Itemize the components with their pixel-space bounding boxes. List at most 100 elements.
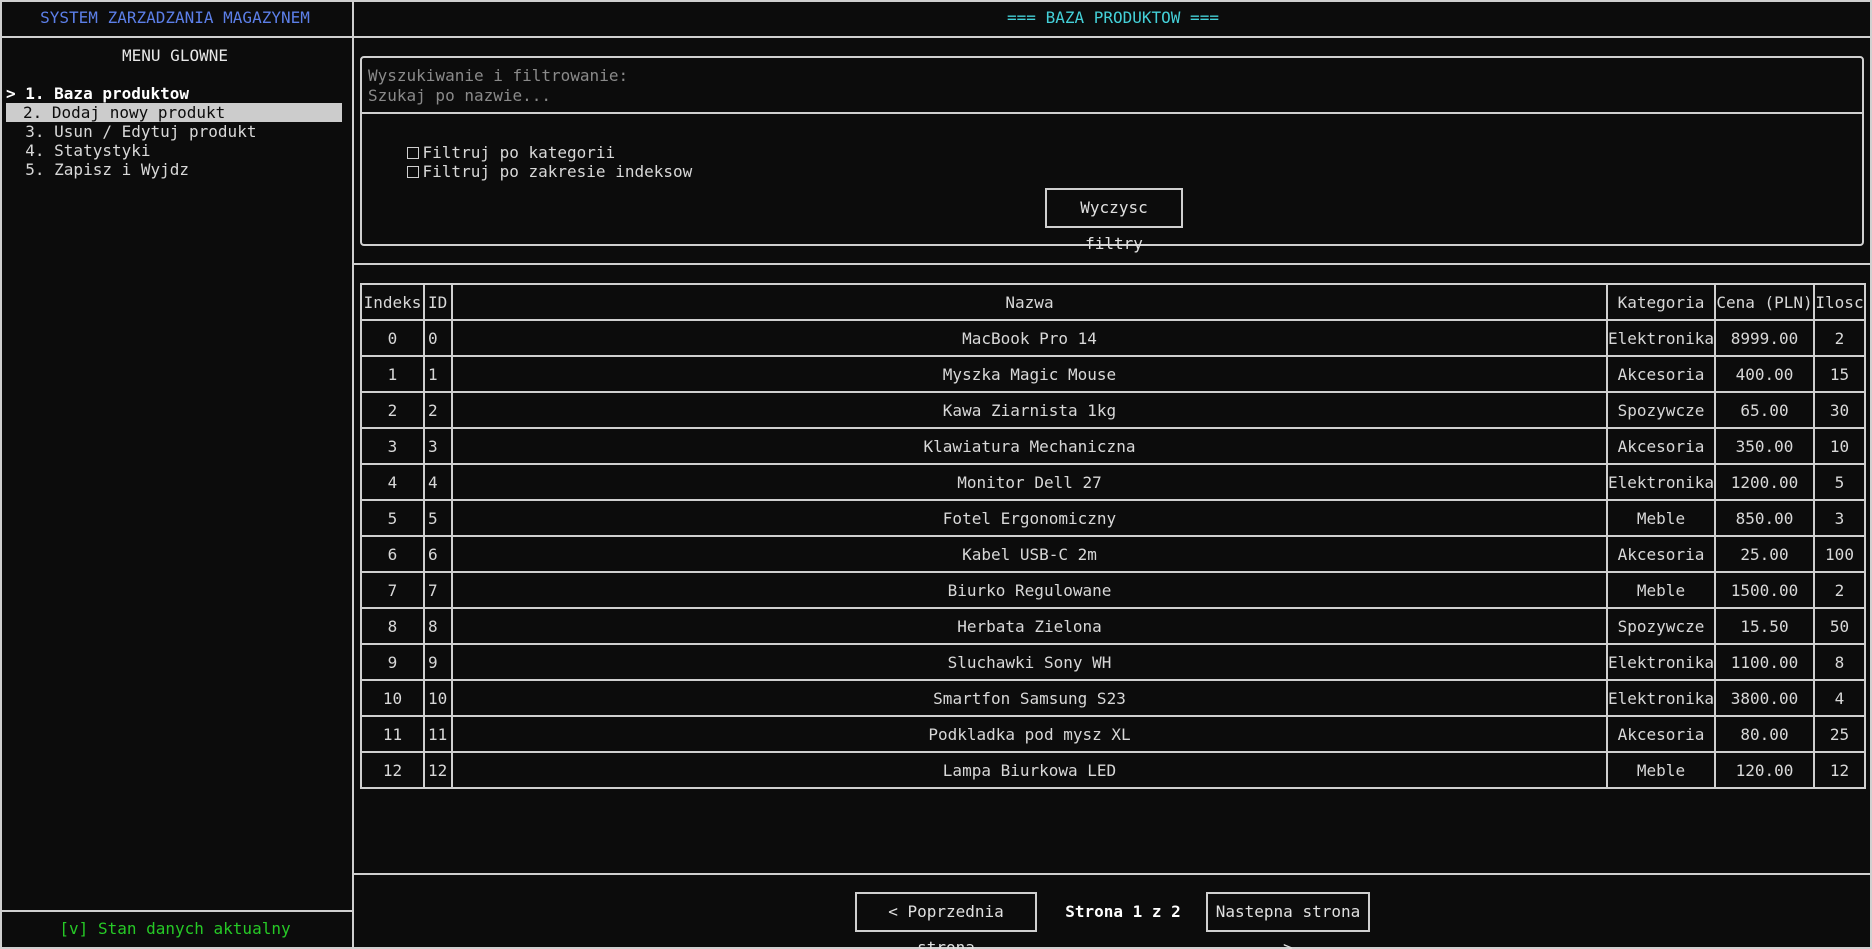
- table-row[interactable]: 9 9 Sluchawki Sony WH Elektronika 1100.00 8: [360, 643, 1866, 681]
- table-row[interactable]: 10 10 Smartfon Samsung S23 Elektronika 3800.…: [360, 679, 1866, 717]
- table-row[interactable]: 12 12 Lampa Biurkowa LED Meble 120.00 12: [360, 751, 1866, 789]
- cell-ilosc: 50: [1813, 607, 1866, 645]
- cell-indeks: 0: [360, 319, 425, 357]
- cell-cena: 15.50: [1714, 607, 1815, 645]
- cell-cena: 350.00: [1714, 427, 1815, 465]
- table-row[interactable]: 11 11 Podkladka pod mysz XL Akcesoria 80.00 2…: [360, 715, 1866, 753]
- cell-ilosc: 2: [1813, 571, 1866, 609]
- index-filter-checkbox[interactable]: Filtruj po zakresie indeksow: [368, 143, 692, 200]
- table-row[interactable]: 4 4 Monitor Dell 27 Elektronika 1200.00 5: [360, 463, 1866, 501]
- cell-ilosc: 15: [1813, 355, 1866, 393]
- cell-nazwa: Kabel USB-C 2m: [451, 535, 1608, 573]
- column-header-id[interactable]: ID: [423, 283, 453, 321]
- table-row[interactable]: 8 8 Herbata Zielona Spozywcze 15.50 50: [360, 607, 1866, 645]
- menu-item-dodaj-produkt[interactable]: 2. Dodaj nowy produkt: [6, 103, 342, 122]
- cell-id: 12: [423, 751, 453, 789]
- cell-cena: 1500.00: [1714, 571, 1815, 609]
- cell-kategoria: Meble: [1606, 571, 1716, 609]
- cell-id: 11: [423, 715, 453, 753]
- cell-indeks: 7: [360, 571, 425, 609]
- table-body: 0 0 MacBook Pro 14 Elektronika 8999.00 2 1 1 My…: [360, 319, 1866, 789]
- cell-ilosc: 30: [1813, 391, 1866, 429]
- cell-kategoria: Meble: [1606, 751, 1716, 789]
- menu-item-baza-produktow[interactable]: > 1. Baza produktow: [2, 84, 348, 103]
- table-row[interactable]: 2 2 Kawa Ziarnista 1kg Spozywcze 65.00 30: [360, 391, 1866, 429]
- cell-cena: 25.00: [1714, 535, 1815, 573]
- cell-indeks: 4: [360, 463, 425, 501]
- cell-indeks: 10: [360, 679, 425, 717]
- column-header-nazwa[interactable]: Nazwa: [451, 283, 1608, 321]
- cell-ilosc: 4: [1813, 679, 1866, 717]
- cell-cena: 1200.00: [1714, 463, 1815, 501]
- menu-title: MENU GLOWNE: [122, 46, 228, 65]
- column-header-indeks[interactable]: Indeks: [360, 283, 425, 321]
- table-row[interactable]: 7 7 Biurko Regulowane Meble 1500.00 2: [360, 571, 1866, 609]
- cell-cena: 1100.00: [1714, 643, 1815, 681]
- cell-ilosc: 2: [1813, 319, 1866, 357]
- next-page-button[interactable]: Nastepna strona >: [1206, 892, 1370, 949]
- cell-kategoria: Akcesoria: [1606, 535, 1716, 573]
- cell-id: 7: [423, 571, 453, 609]
- app-title: SYSTEM ZARZADZANIA MAGAZYNEM: [40, 8, 310, 27]
- search-input[interactable]: [368, 84, 1848, 106]
- cell-kategoria: Elektronika: [1606, 679, 1716, 717]
- column-header-kategoria[interactable]: Kategoria: [1606, 283, 1716, 321]
- table-row[interactable]: 6 6 Kabel USB-C 2m Akcesoria 25.00 100: [360, 535, 1866, 573]
- menu-item-label: 2. Dodaj nowy produkt: [23, 103, 226, 122]
- menu-item-zapisz-wyjdz[interactable]: 5. Zapisz i Wyjdz: [2, 160, 348, 179]
- previous-page-button[interactable]: < Poprzednia strona: [855, 892, 1037, 949]
- cell-nazwa: Myszka Magic Mouse: [451, 355, 1608, 393]
- clear-filters-button[interactable]: Wyczysc filtry: [1045, 188, 1183, 253]
- cell-nazwa: MacBook Pro 14: [451, 319, 1608, 357]
- table-row[interactable]: 0 0 MacBook Pro 14 Elektronika 8999.00 2: [360, 319, 1866, 357]
- cell-ilosc: 5: [1813, 463, 1866, 501]
- cell-nazwa: Podkladka pod mysz XL: [451, 715, 1608, 753]
- cell-indeks: 1: [360, 355, 425, 393]
- column-header-ilosc[interactable]: Ilosc: [1813, 283, 1866, 321]
- cell-nazwa: Sluchawki Sony WH: [451, 643, 1608, 681]
- table-row[interactable]: 3 3 Klawiatura Mechaniczna Akcesoria 350.00 1…: [360, 427, 1866, 465]
- column-header-cena[interactable]: Cena (PLN): [1714, 283, 1815, 321]
- cell-id: 3: [423, 427, 453, 465]
- main-menu: > 1. Baza produktow 2. Dodaj nowy produk…: [2, 84, 348, 179]
- index-filter-label: Filtruj po zakresie indeksow: [422, 162, 693, 181]
- cell-kategoria: Spozywcze: [1606, 391, 1716, 429]
- cell-cena: 120.00: [1714, 751, 1815, 789]
- cell-nazwa: Monitor Dell 27: [451, 463, 1608, 501]
- cell-id: 1: [423, 355, 453, 393]
- cell-kategoria: Meble: [1606, 499, 1716, 537]
- product-table: Indeks ID Nazwa Kategoria Cena (PLN) Ilo…: [360, 283, 1866, 789]
- cell-indeks: 8: [360, 607, 425, 645]
- status-text: [v] Stan danych aktualny: [59, 919, 291, 938]
- main-divider-top: [354, 36, 1870, 38]
- cell-ilosc: 25: [1813, 715, 1866, 753]
- cell-indeks: 3: [360, 427, 425, 465]
- cell-kategoria: Elektronika: [1606, 643, 1716, 681]
- cell-nazwa: Smartfon Samsung S23: [451, 679, 1608, 717]
- cell-id: 8: [423, 607, 453, 645]
- cell-indeks: 2: [360, 391, 425, 429]
- cell-indeks: 9: [360, 643, 425, 681]
- cell-nazwa: Biurko Regulowane: [451, 571, 1608, 609]
- cell-ilosc: 12: [1813, 751, 1866, 789]
- page-title: === BAZA PRODUKTOW ===: [1007, 8, 1219, 27]
- cell-indeks: 5: [360, 499, 425, 537]
- cell-id: 6: [423, 535, 453, 573]
- main-divider-bottom: [354, 873, 1870, 875]
- filter-divider: [362, 112, 1862, 114]
- table-header-row: Indeks ID Nazwa Kategoria Cena (PLN) Ilo…: [360, 283, 1866, 321]
- cell-ilosc: 10: [1813, 427, 1866, 465]
- cell-kategoria: Elektronika: [1606, 463, 1716, 501]
- table-row[interactable]: 1 1 Myszka Magic Mouse Akcesoria 400.00 15: [360, 355, 1866, 393]
- cell-kategoria: Spozywcze: [1606, 607, 1716, 645]
- cell-kategoria: Akcesoria: [1606, 427, 1716, 465]
- menu-item-usun-edytuj[interactable]: 3. Usun / Edytuj produkt: [2, 122, 348, 141]
- main-divider-middle: [354, 263, 1870, 265]
- cell-id: 2: [423, 391, 453, 429]
- cell-id: 10: [423, 679, 453, 717]
- filter-panel: Wyszukiwanie i filtrowanie: Filtruj po k…: [360, 56, 1864, 253]
- cell-ilosc: 3: [1813, 499, 1866, 537]
- cell-ilosc: 8: [1813, 643, 1866, 681]
- table-row[interactable]: 5 5 Fotel Ergonomiczny Meble 850.00 3: [360, 499, 1866, 537]
- menu-item-statystyki[interactable]: 4. Statystyki: [2, 141, 348, 160]
